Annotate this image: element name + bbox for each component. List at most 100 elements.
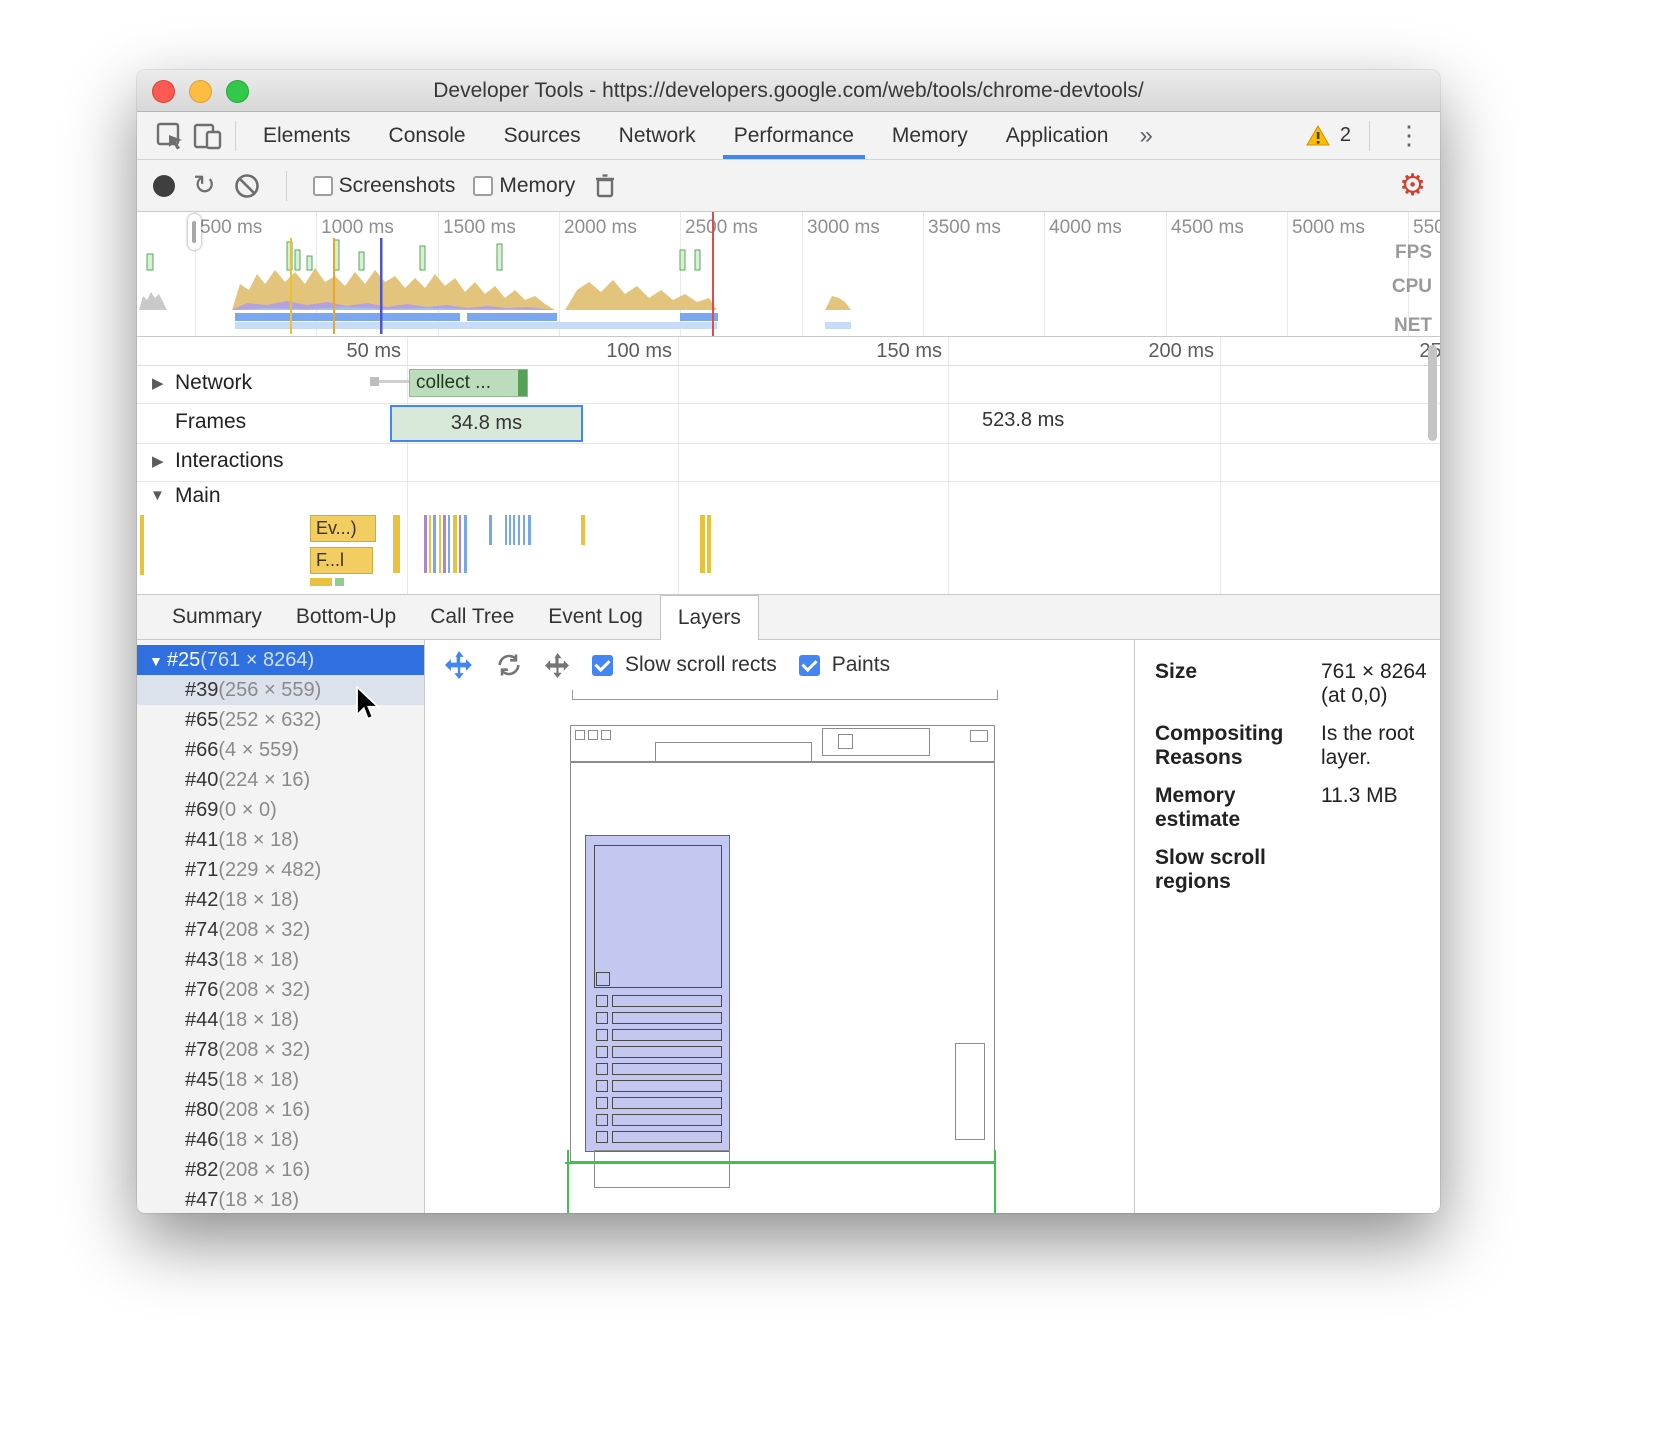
tab-summary[interactable]: Summary xyxy=(155,595,279,639)
flame-tick: 150 ms xyxy=(842,340,942,363)
layer-tree-item[interactable]: #69(0 × 0) xyxy=(137,795,424,825)
row-rect xyxy=(612,1012,722,1024)
layer-size: (4 × 559) xyxy=(218,739,299,761)
layer-size: (256 × 559) xyxy=(218,679,321,701)
layers-panel: ▼#25(761 × 8264) #39(256 × 559) #65(252 … xyxy=(137,640,1440,1213)
traffic-lights xyxy=(152,80,249,103)
record-button[interactable] xyxy=(153,175,175,197)
main-row-label[interactable]: Main xyxy=(175,484,221,508)
tab-network[interactable]: Network xyxy=(600,112,715,159)
title-bar[interactable]: Developer Tools - https://developers.goo… xyxy=(137,70,1440,112)
triangle-down-icon[interactable]: ▼ xyxy=(150,487,165,504)
inspect-element-icon[interactable] xyxy=(151,119,189,153)
layer-tree-item[interactable]: #41(18 × 18) xyxy=(137,825,424,855)
row-divider xyxy=(137,443,1440,444)
tab-call-tree[interactable]: Call Tree xyxy=(413,595,531,639)
vertical-scrollbar[interactable] xyxy=(1428,345,1437,441)
reset-view-icon[interactable] xyxy=(545,653,570,678)
layer-id: #69 xyxy=(185,799,218,821)
layer-tree-item[interactable]: #71(229 × 482) xyxy=(137,855,424,885)
tab-event-log[interactable]: Event Log xyxy=(531,595,660,639)
more-tabs-chevron[interactable]: » xyxy=(1127,112,1164,159)
layer-size: (18 × 18) xyxy=(218,1129,299,1151)
layer-3d-view[interactable] xyxy=(425,690,1134,1213)
slow-scroll-rects-checkbox[interactable] xyxy=(592,655,613,676)
slow-scroll-rects-label: Slow scroll rects xyxy=(625,653,777,677)
memory-checkbox[interactable] xyxy=(473,176,493,196)
kebab-menu-icon[interactable]: ⋮ xyxy=(1388,120,1430,151)
layer-tree-item[interactable]: #45(18 × 18) xyxy=(137,1065,424,1095)
tab-layers[interactable]: Layers xyxy=(660,595,759,640)
mouse-cursor xyxy=(355,686,381,724)
tab-sources[interactable]: Sources xyxy=(485,112,600,159)
layer-tree-item[interactable]: #42(18 × 18) xyxy=(137,885,424,915)
timeline-overview[interactable]: 500 ms 1000 ms 1500 ms 2000 ms 2500 ms 3… xyxy=(137,212,1440,337)
paints-checkbox[interactable] xyxy=(799,655,820,676)
memory-label: Memory xyxy=(499,174,575,198)
screenshots-checkbox[interactable] xyxy=(313,176,333,196)
clear-icon[interactable] xyxy=(234,173,260,199)
compositing-reasons-label: Compositing Reasons xyxy=(1155,722,1305,770)
layer-tree-item[interactable]: #78(208 × 32) xyxy=(137,1035,424,1065)
frame-duration-label: 523.8 ms xyxy=(982,409,1064,432)
inner-square xyxy=(596,972,610,986)
tab-elements[interactable]: Elements xyxy=(244,112,370,159)
layer-guide-line xyxy=(567,1150,569,1213)
minimize-window-button[interactable] xyxy=(189,80,212,103)
tab-console[interactable]: Console xyxy=(370,112,485,159)
devtools-tab-bar: Elements Console Sources Network Perform… xyxy=(137,112,1440,160)
memory-toggle[interactable]: Memory xyxy=(473,174,575,198)
layer-tree-item[interactable]: #44(18 × 18) xyxy=(137,1005,424,1035)
layer-tree-item[interactable]: #66(4 × 559) xyxy=(137,735,424,765)
layer-tree-item[interactable]: ▼#25(761 × 8264) xyxy=(137,645,424,675)
layer-size: (208 × 32) xyxy=(218,979,310,1001)
overview-minicharts xyxy=(137,212,1440,337)
layer-tree-item[interactable]: #47(18 × 18) xyxy=(137,1185,424,1213)
interactions-row-label[interactable]: Interactions xyxy=(175,449,284,473)
settings-gear-icon[interactable]: ⚙ xyxy=(1399,168,1426,203)
device-toolbar-icon[interactable] xyxy=(189,119,227,153)
layer-tree-item[interactable]: #80(208 × 16) xyxy=(137,1095,424,1125)
overview-window-grip[interactable] xyxy=(188,214,201,250)
network-row-label[interactable]: Network xyxy=(175,371,252,395)
triangle-right-icon[interactable]: ▶ xyxy=(152,452,164,470)
network-request-bar[interactable]: collect ... xyxy=(409,369,528,397)
layer-size: (18 × 18) xyxy=(218,1009,299,1031)
trash-icon[interactable] xyxy=(593,173,617,199)
layer-size: (18 × 18) xyxy=(218,949,299,971)
tab-application[interactable]: Application xyxy=(987,112,1128,159)
screenshots-toggle[interactable]: Screenshots xyxy=(313,174,456,198)
layer-canvas-column: Slow scroll rects Paints xyxy=(425,640,1135,1213)
chrome-tab-square xyxy=(838,734,853,749)
reload-and-profile-icon[interactable]: ↻ xyxy=(193,172,216,199)
tab-performance[interactable]: Performance xyxy=(715,112,873,159)
layer-details-pane: Size 761 × 8264 (at 0,0) Compositing Rea… xyxy=(1135,640,1440,1213)
paints-toggle[interactable] xyxy=(799,655,820,676)
below-rect xyxy=(594,1150,730,1188)
main-event-bar[interactable]: Ev...) xyxy=(310,515,376,542)
chrome-icon-box xyxy=(588,730,598,740)
layer-tree-item[interactable]: #43(18 × 18) xyxy=(137,945,424,975)
slow-scroll-rects-toggle[interactable] xyxy=(592,655,613,676)
zoom-window-button[interactable] xyxy=(226,80,249,103)
flame-chart[interactable]: 50 ms 100 ms 150 ms 200 ms 250 ms ▶ Netw… xyxy=(137,337,1440,595)
pan-mode-icon[interactable] xyxy=(445,651,473,679)
rotate-mode-icon[interactable] xyxy=(495,651,523,679)
frames-row-label[interactable]: Frames xyxy=(175,410,246,434)
layer-tree-item[interactable]: #76(208 × 32) xyxy=(137,975,424,1005)
selected-frame-bar[interactable]: 34.8 ms xyxy=(390,405,583,442)
layer-tree-item[interactable]: #46(18 × 18) xyxy=(137,1125,424,1155)
layer-tree-item[interactable]: #40(224 × 16) xyxy=(137,765,424,795)
layer-tree-item[interactable]: #82(208 × 16) xyxy=(137,1155,424,1185)
tab-memory[interactable]: Memory xyxy=(873,112,987,159)
tab-bottom-up[interactable]: Bottom-Up xyxy=(279,595,413,639)
triangle-right-icon[interactable]: ▶ xyxy=(152,374,164,392)
main-event-bar[interactable]: F...l xyxy=(310,547,373,574)
layer-tree-item[interactable]: #74(208 × 32) xyxy=(137,915,424,945)
warning-icon[interactable] xyxy=(1306,125,1330,146)
row-square xyxy=(596,1114,608,1126)
close-window-button[interactable] xyxy=(152,80,175,103)
triangle-down-icon[interactable]: ▼ xyxy=(149,653,163,669)
layer-id: #74 xyxy=(185,919,218,941)
layer-id: #82 xyxy=(185,1159,218,1181)
